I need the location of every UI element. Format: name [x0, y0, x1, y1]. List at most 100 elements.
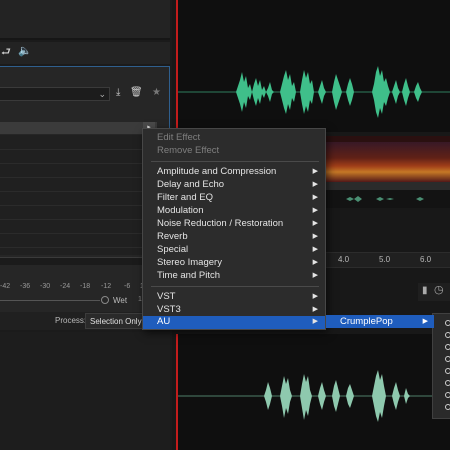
menu-item-label: AU [157, 316, 171, 327]
wet-dry-slider[interactable]: Wet 10 [0, 295, 150, 307]
submenu-arrow-icon: ▶ [422, 318, 428, 325]
panel-divider [0, 38, 170, 40]
spectrogram [326, 142, 450, 182]
menu-item-label: Noise Reduction / Restoration [157, 218, 284, 229]
slot-divider [0, 163, 157, 164]
menu-item-label: Time and Pitch [157, 270, 221, 281]
plugin-option[interactable] [445, 320, 450, 326]
scale-tick: -24 [60, 283, 71, 290]
scale-tick: -42 [0, 283, 11, 290]
submenu-arrow-icon: ▶ [312, 318, 318, 325]
ruler-tick: 5.0 [379, 255, 391, 264]
scale-tick: -6 [124, 283, 131, 290]
plugin-option[interactable] [445, 332, 450, 338]
menu-item-label: Amplitude and Compression [157, 166, 277, 177]
menu-item-label: Delay and Echo [157, 179, 225, 190]
wet-label: Wet [113, 296, 128, 305]
menu-item-remove-effect: Remove Effect [157, 145, 220, 156]
submenu-arrow-icon: ▶ [312, 306, 318, 313]
mini-waveform-trace [346, 196, 424, 202]
ruler-tick: 4.0 [338, 255, 350, 264]
menu-separator [151, 286, 319, 287]
meter-scale: -42 -36 -30 -24 -18 -12 -6 10 [0, 283, 150, 293]
menu-item-vst[interactable]: VST ▶ [143, 291, 325, 304]
left-bottom-panel [0, 332, 170, 450]
plugin-option[interactable] [445, 392, 450, 398]
menu-item-amplitude[interactable]: Amplitude and Compression ▶ [143, 166, 325, 179]
submenu-arrow-icon: ▶ [312, 207, 318, 214]
save-preset-icon[interactable]: ⤓ [116, 88, 120, 98]
slot-divider [0, 247, 157, 248]
submenu-item-label: CrumplePop [340, 316, 393, 327]
trash-icon[interactable]: 🗑 [130, 88, 143, 98]
submenu-arrow-icon: ▶ [312, 220, 318, 227]
scale-tick: -30 [40, 283, 51, 290]
slot-divider [0, 177, 157, 178]
speaker-icon[interactable]: 🔈 [18, 46, 32, 57]
preset-dropdown[interactable]: ⌄ [0, 87, 110, 101]
menu-item-vst3[interactable]: VST3 ▶ [143, 304, 325, 317]
scale-tick: -12 [101, 283, 112, 290]
submenu-arrow-icon: ▶ [312, 293, 318, 300]
scale-tick: -36 [20, 283, 31, 290]
menu-item-label: Reverb [157, 231, 188, 242]
menu-item-label: Filter and EQ [157, 192, 213, 203]
waveform-bottom [178, 370, 450, 422]
menu-item-label: VST [157, 291, 176, 302]
slider-track [0, 300, 100, 301]
zoom-tools: ▮ ◷ [418, 283, 450, 301]
level-bars-icon[interactable]: ▮ [422, 286, 428, 296]
slot-divider [0, 205, 157, 206]
submenu-arrow-icon: ▶ [312, 259, 318, 266]
submenu-arrow-icon: ▶ [312, 233, 318, 240]
menu-item-filter[interactable]: Filter and EQ ▶ [143, 192, 325, 205]
submenu-arrow-icon: ▶ [312, 272, 318, 279]
plugin-option[interactable] [445, 356, 450, 362]
submenu-arrow-icon: ▶ [312, 168, 318, 175]
plugin-option[interactable] [445, 344, 450, 350]
loop-icon[interactable]: ⮐ [1, 47, 11, 58]
menu-separator [151, 161, 319, 162]
transport-icons-row: ⮐ 🔈 [0, 42, 170, 64]
chevron-down-icon: ⌄ [98, 89, 106, 99]
mini-waveform [326, 190, 450, 208]
slot-divider [0, 219, 157, 220]
menu-item-label: Special [157, 244, 189, 255]
timer-icon[interactable]: ◷ [434, 285, 444, 296]
waveform-top [178, 66, 450, 118]
ruler-tick: 6.0 [420, 255, 432, 264]
menu-item-delay[interactable]: Delay and Echo ▶ [143, 179, 325, 192]
menu-item-label: VST3 [157, 304, 181, 315]
submenu-arrow-icon: ▶ [312, 194, 318, 201]
menu-item-label: Stereo Imagery [157, 257, 222, 268]
scale-tick: -18 [80, 283, 91, 290]
slot-divider [0, 149, 157, 150]
spectral-scrollbar[interactable] [326, 182, 450, 190]
menu-item-edit-effect: Edit Effect [157, 132, 201, 143]
submenu-arrow-icon: ▶ [312, 181, 318, 188]
preset-bar: ⌄ ⤓ 🗑 ★ [0, 85, 168, 103]
slot-divider [0, 191, 157, 192]
plugin-option[interactable] [445, 368, 450, 374]
menu-item-reverb[interactable]: Reverb ▶ [143, 231, 325, 244]
slot-divider [0, 233, 157, 234]
menu-item-label: Modulation [157, 205, 204, 216]
menu-item-modulation[interactable]: Modulation ▶ [143, 205, 325, 218]
plugin-submenu [432, 313, 450, 419]
au-submenu-item-crumplepop[interactable]: CrumplePop ▶ [326, 315, 434, 328]
plugin-option[interactable] [445, 404, 450, 410]
waveform-track-top[interactable] [176, 0, 450, 132]
slider-knob[interactable] [101, 296, 109, 304]
effect-slot-header[interactable] [0, 122, 157, 134]
effects-context-menu: Edit Effect Remove Effect Amplitude and … [142, 128, 326, 330]
menu-item-stereo-imagery[interactable]: Stereo Imagery ▶ [143, 257, 325, 270]
waveform-track-bottom[interactable] [176, 334, 450, 450]
plugin-option[interactable] [445, 380, 450, 386]
menu-item-au[interactable]: AU ▶ [143, 316, 325, 329]
menu-item-special[interactable]: Special ▶ [143, 244, 325, 257]
menu-item-noise-reduction[interactable]: Noise Reduction / Restoration ▶ [143, 218, 325, 231]
left-top-panel [0, 0, 170, 40]
star-icon[interactable]: ★ [152, 88, 161, 98]
menu-item-time-pitch[interactable]: Time and Pitch ▶ [143, 270, 325, 283]
level-meter [0, 257, 157, 265]
